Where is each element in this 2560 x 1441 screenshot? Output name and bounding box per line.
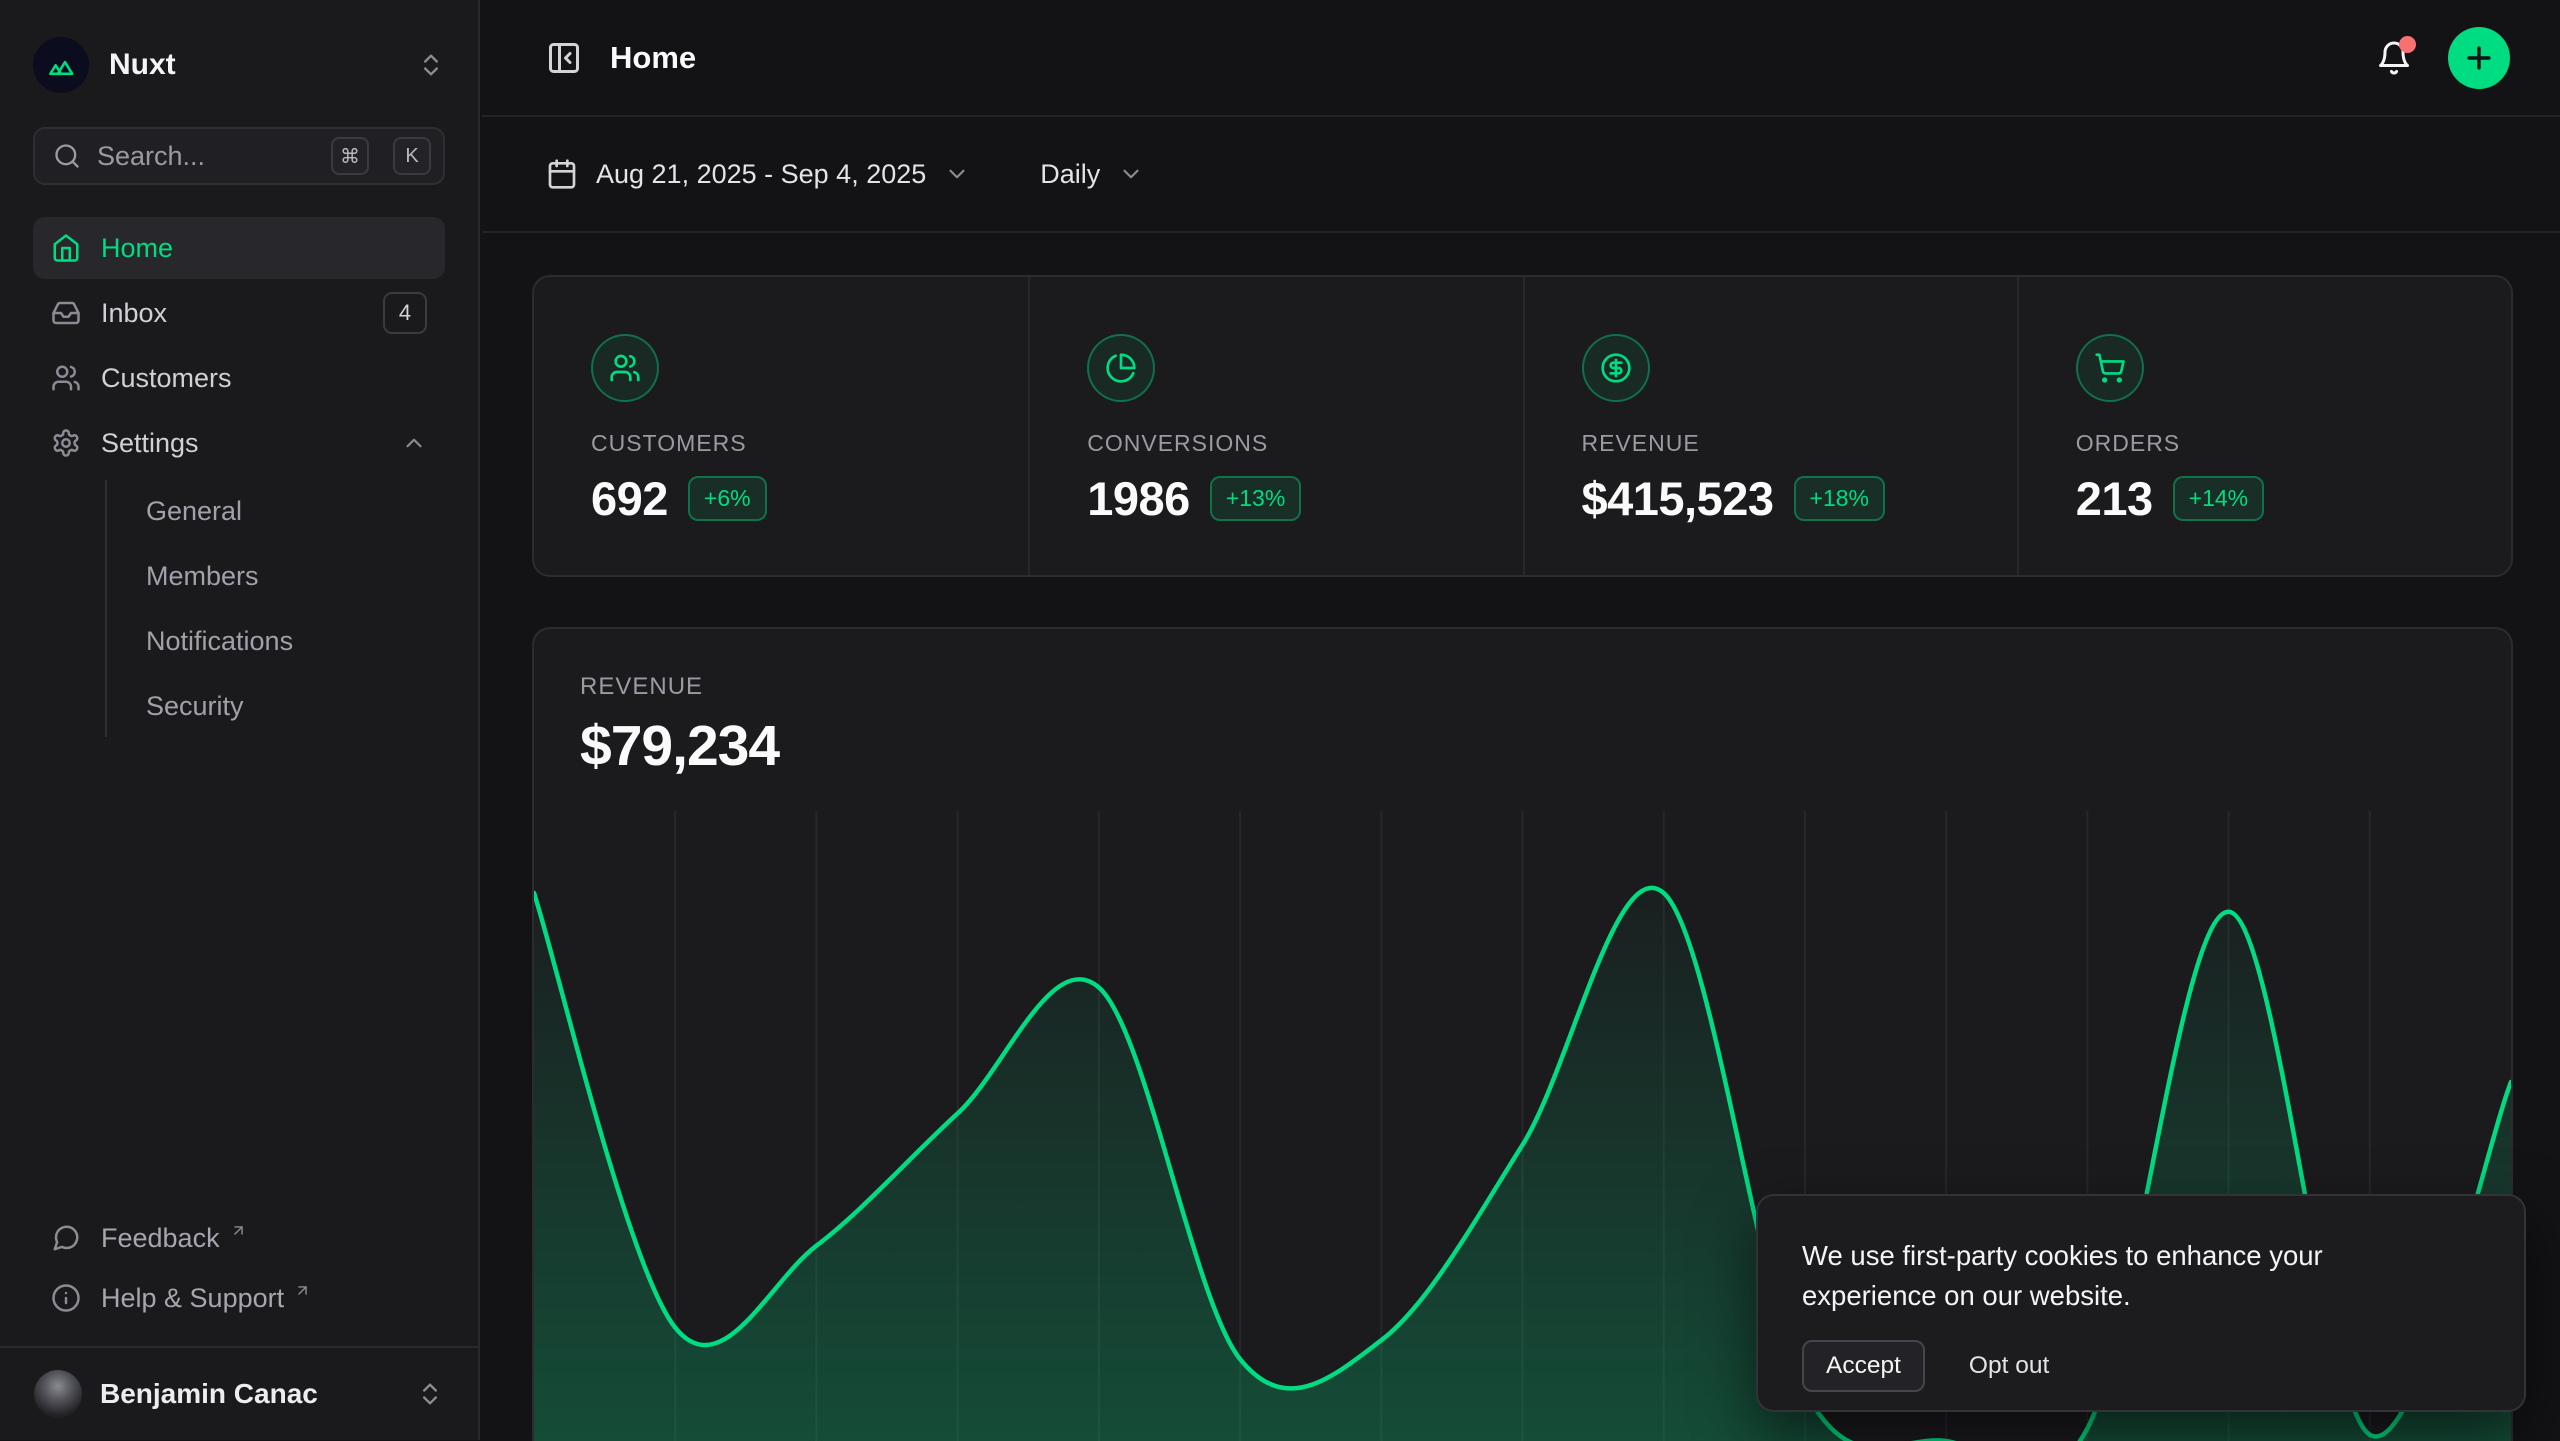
stat-label: CUSTOMERS — [591, 430, 988, 457]
sidebar-item-inbox[interactable]: Inbox 4 — [33, 282, 445, 344]
chevrons-up-down-icon — [416, 1380, 444, 1408]
users-icon — [591, 334, 659, 402]
sidebar-item-home[interactable]: Home — [33, 217, 445, 279]
user-name: Benjamin Canac — [100, 1378, 318, 1410]
notifications-bell-icon[interactable] — [2376, 40, 2412, 76]
add-button[interactable] — [2448, 27, 2510, 89]
sidebar-spacer — [0, 740, 478, 1208]
gear-icon — [51, 428, 81, 458]
sidebar-item-settings[interactable]: Settings — [33, 412, 445, 474]
nuxt-logo-icon — [33, 37, 89, 93]
feedback-link[interactable]: Feedback — [33, 1208, 445, 1268]
search-placeholder: Search... — [97, 141, 315, 172]
cookie-message: We use first-party cookies to enhance yo… — [1802, 1236, 2442, 1316]
cookie-banner: We use first-party cookies to enhance yo… — [1756, 1194, 2526, 1412]
filters-toolbar: Aug 21, 2025 - Sep 4, 2025 Daily — [482, 117, 2560, 233]
stats-card: CUSTOMERS 692 +6% CONVERSIONS 1986 +13% — [532, 275, 2513, 577]
stat-value: $415,523 — [1582, 471, 1774, 526]
stat-label: REVENUE — [1582, 430, 1977, 457]
feedback-label: Feedback — [101, 1223, 220, 1254]
stat-label: CONVERSIONS — [1087, 430, 1482, 457]
search-input[interactable]: Search... ⌘ K — [33, 127, 445, 185]
cart-icon — [2076, 334, 2144, 402]
help-support-label: Help & Support — [101, 1283, 284, 1314]
stat-value: 1986 — [1087, 471, 1190, 526]
stat-label: ORDERS — [2076, 430, 2471, 457]
stat-delta-badge: +14% — [2173, 476, 2264, 521]
stat-customers[interactable]: CUSTOMERS 692 +6% — [534, 277, 1028, 575]
info-circle-icon — [51, 1283, 81, 1313]
arrow-up-right-icon — [230, 1222, 247, 1239]
arrow-up-right-icon — [294, 1282, 311, 1299]
cookie-optout-button[interactable]: Opt out — [1969, 1342, 2049, 1390]
chevrons-up-down-icon — [417, 51, 445, 79]
workspace-switcher[interactable]: Nuxt — [33, 33, 445, 97]
date-range-value: Aug 21, 2025 - Sep 4, 2025 — [596, 159, 926, 190]
pie-chart-icon — [1087, 334, 1155, 402]
stat-delta-badge: +6% — [688, 476, 767, 521]
chevron-up-icon — [401, 430, 427, 456]
inbox-count-badge: 4 — [383, 292, 427, 334]
sidebar-item-label: Inbox — [101, 298, 167, 329]
sidebar-item-label: Settings — [101, 428, 199, 459]
sidebar-item-general[interactable]: General — [138, 480, 445, 542]
sidebar-nav: Home Inbox 4 Customers Settings Ge — [0, 217, 478, 740]
sidebar-user-section: Benjamin Canac — [0, 1346, 478, 1440]
page-header: Home — [482, 0, 2560, 117]
inbox-icon — [51, 298, 81, 328]
chevron-down-icon — [1118, 161, 1144, 187]
help-support-link[interactable]: Help & Support — [33, 1268, 445, 1328]
search-icon — [53, 142, 81, 170]
calendar-icon — [546, 158, 578, 190]
chevron-down-icon — [944, 161, 970, 187]
stat-delta-badge: +13% — [1210, 476, 1301, 521]
notification-dot — [2399, 36, 2416, 53]
period-value: Daily — [1040, 159, 1100, 190]
workspace-name: Nuxt — [109, 48, 176, 82]
kbd-k: K — [393, 137, 431, 175]
home-icon — [51, 233, 81, 263]
user-menu[interactable]: Benjamin Canac — [14, 1360, 464, 1428]
settings-sub-list: General Members Notifications Security — [105, 480, 445, 737]
users-icon — [51, 363, 81, 393]
date-range-picker[interactable]: Aug 21, 2025 - Sep 4, 2025 — [546, 158, 970, 190]
sidebar-item-notifications[interactable]: Notifications — [138, 610, 445, 672]
sidebar-collapse-icon[interactable] — [546, 40, 582, 76]
sidebar-footer-links: Feedback Help & Support — [0, 1208, 478, 1346]
cookie-accept-button[interactable]: Accept — [1802, 1340, 1925, 1392]
user-avatar — [34, 1370, 82, 1418]
stat-value: 692 — [591, 471, 668, 526]
kbd-cmd: ⌘ — [331, 137, 369, 175]
sidebar: Nuxt Search... ⌘ K Home Inbox 4 — [0, 0, 480, 1440]
stat-delta-badge: +18% — [1794, 476, 1885, 521]
header-actions — [2376, 27, 2510, 89]
stat-value: 213 — [2076, 471, 2153, 526]
stat-revenue[interactable]: REVENUE $415,523 +18% — [1523, 277, 2017, 575]
revenue-panel-label: REVENUE — [580, 673, 2511, 701]
revenue-panel-value: $79,234 — [580, 713, 2511, 779]
sidebar-item-customers[interactable]: Customers — [33, 347, 445, 409]
stat-conversions[interactable]: CONVERSIONS 1986 +13% — [1028, 277, 1522, 575]
page-title: Home — [610, 40, 696, 76]
circle-dollar-icon — [1582, 334, 1650, 402]
sidebar-item-label: Home — [101, 233, 173, 264]
sidebar-item-members[interactable]: Members — [138, 545, 445, 607]
sidebar-item-label: Customers — [101, 363, 232, 394]
period-select[interactable]: Daily — [1040, 159, 1144, 190]
sidebar-item-security[interactable]: Security — [138, 675, 445, 737]
stat-orders[interactable]: ORDERS 213 +14% — [2017, 277, 2511, 575]
message-bubble-icon — [51, 1223, 81, 1253]
